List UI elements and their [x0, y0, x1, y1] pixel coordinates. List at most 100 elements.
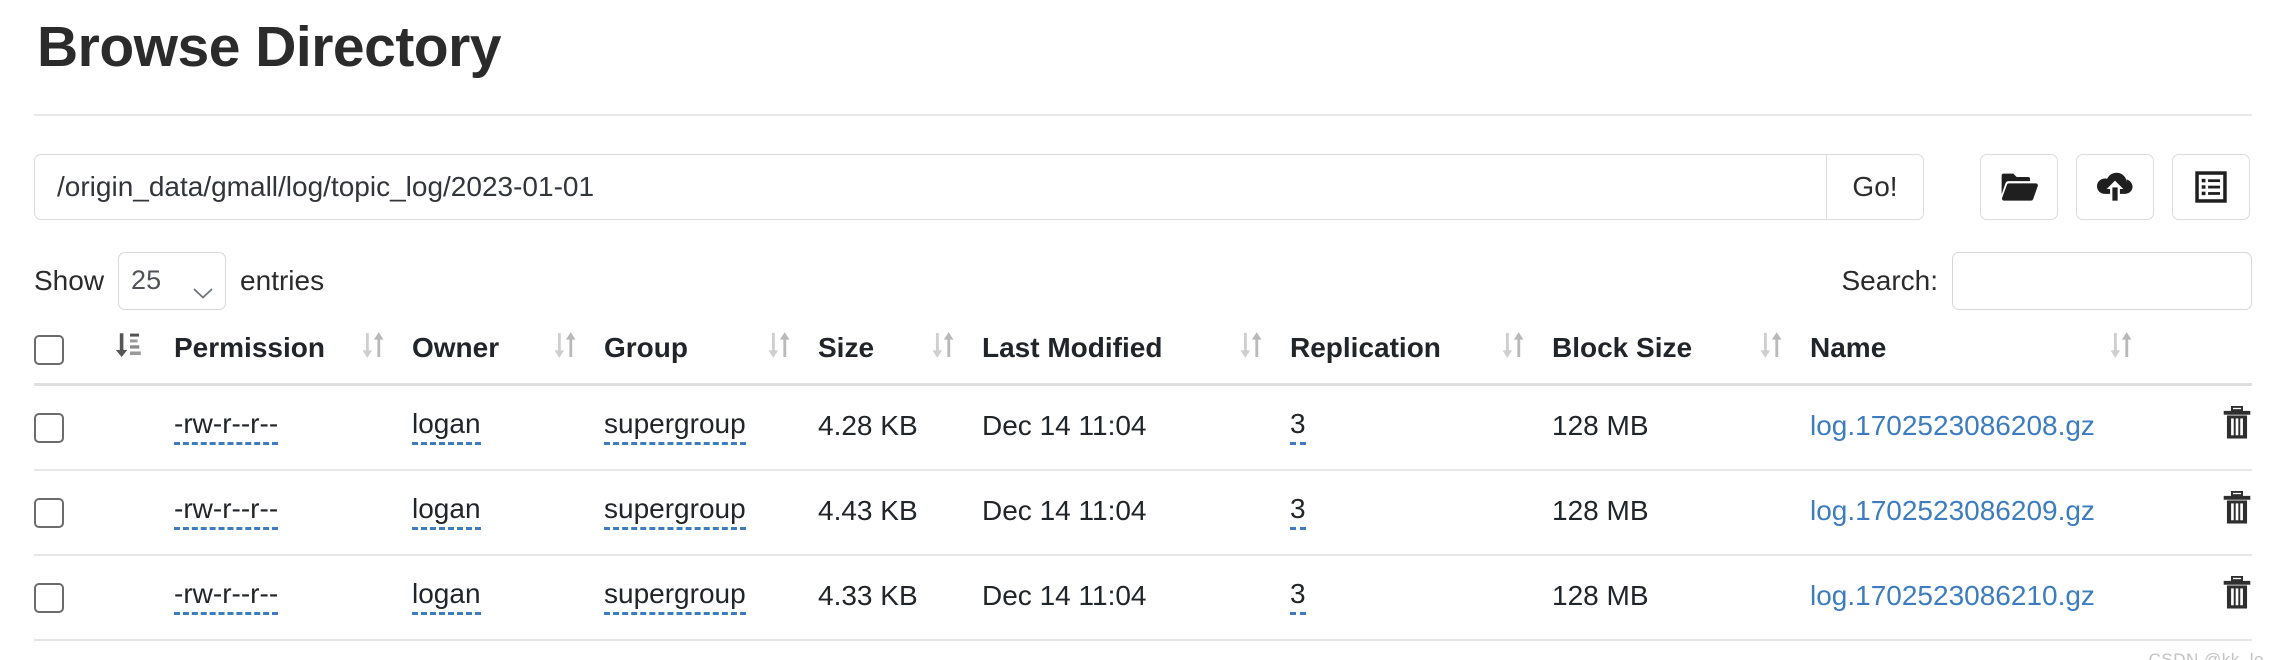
replication-value[interactable]: 3 [1290, 408, 1306, 446]
col-block-size[interactable]: Block Size [1552, 323, 1810, 386]
sort-both-icon [1238, 330, 1264, 367]
table-row: -rw-r--r-- logan supergroup 4.28 KB Dec … [34, 384, 2252, 471]
table-header-row: Permission Owner Group Size Last Modifie… [34, 323, 2252, 386]
replication-value[interactable]: 3 [1290, 578, 1306, 616]
cell-block-size: 128 MB [1552, 469, 1810, 556]
browse-directory-page: Browse Directory Go! [0, 15, 2286, 660]
directory-path-input[interactable] [34, 153, 1826, 220]
sort-both-icon [552, 330, 578, 367]
folder-open-icon [2000, 172, 2038, 202]
cell-size: 4.28 KB [818, 384, 982, 471]
table-body: -rw-r--r-- logan supergroup 4.28 KB Dec … [34, 384, 2252, 641]
row-checkbox[interactable] [34, 412, 64, 443]
row-checkbox[interactable] [34, 582, 64, 613]
table-row: -rw-r--r-- logan supergroup 4.33 KB Dec … [34, 554, 2252, 641]
group-value[interactable]: supergroup [604, 408, 746, 446]
col-group-label: Group [604, 332, 688, 364]
permission-value[interactable]: -rw-r--r-- [174, 578, 279, 616]
delete-file-button[interactable] [2222, 405, 2252, 443]
col-sort-amount[interactable] [112, 323, 174, 386]
permission-value[interactable]: -rw-r--r-- [174, 408, 279, 446]
col-size[interactable]: Size [818, 323, 982, 386]
col-name[interactable]: Name [1810, 323, 2160, 386]
col-permission-label: Permission [174, 332, 325, 364]
file-link[interactable]: log.1702523086208.gz [1810, 410, 2095, 441]
permission-value[interactable]: -rw-r--r-- [174, 493, 279, 531]
col-permission[interactable]: Permission [174, 323, 412, 386]
row-select-cell [34, 469, 112, 556]
path-input-group: Go! [34, 153, 1924, 220]
cell-permission: -rw-r--r-- [174, 469, 412, 556]
trash-icon [2222, 575, 2252, 613]
cell-block-size: 128 MB [1552, 384, 1810, 471]
col-last-modified[interactable]: Last Modified [982, 323, 1290, 386]
col-last-modified-label: Last Modified [982, 332, 1163, 364]
table-header: Permission Owner Group Size Last Modifie… [34, 323, 2252, 386]
path-toolbar: Go! [34, 153, 2252, 220]
col-owner-label: Owner [412, 332, 500, 364]
table-row: -rw-r--r-- logan supergroup 4.43 KB Dec … [34, 469, 2252, 556]
show-label: Show [34, 264, 105, 296]
cell-last-modified: Dec 14 11:04 [982, 554, 1290, 641]
cell-replication: 3 [1290, 554, 1552, 641]
entries-length-control: Show 25 entries [34, 251, 325, 310]
owner-value[interactable]: logan [412, 408, 481, 446]
cell-permission: -rw-r--r-- [174, 554, 412, 641]
cell-replication: 3 [1290, 384, 1552, 471]
cell-last-modified: Dec 14 11:04 [982, 384, 1290, 471]
row-checkbox[interactable] [34, 497, 64, 528]
sort-both-icon [930, 330, 956, 367]
col-replication-label: Replication [1290, 332, 1441, 364]
sort-both-icon [360, 330, 386, 367]
entries-per-page-value: 25 [131, 265, 162, 296]
sort-both-icon [766, 330, 792, 367]
trash-icon [2222, 490, 2252, 528]
row-spacer-cell [112, 384, 174, 471]
group-value[interactable]: supergroup [604, 578, 746, 616]
cell-name: log.1702523086209.gz [1810, 469, 2160, 556]
search-control: Search: [1842, 251, 2252, 310]
col-group[interactable]: Group [604, 323, 818, 386]
upload-files-button[interactable] [2076, 153, 2154, 220]
cut-paste-button[interactable] [2172, 153, 2250, 220]
cell-owner: logan [412, 554, 604, 641]
file-link[interactable]: log.1702523086209.gz [1810, 495, 2095, 526]
col-replication[interactable]: Replication [1290, 323, 1552, 386]
sort-amount-down-icon [112, 333, 142, 366]
cell-group: supergroup [604, 554, 818, 641]
col-size-label: Size [818, 332, 875, 364]
new-directory-button[interactable] [1980, 153, 2058, 220]
cell-last-modified: Dec 14 11:04 [982, 469, 1290, 556]
sort-both-icon [1758, 330, 1784, 367]
delete-file-button[interactable] [2222, 575, 2252, 613]
table-controls: Show 25 entries Search: [34, 250, 2252, 312]
search-input[interactable] [1952, 251, 2252, 310]
delete-file-button[interactable] [2222, 490, 2252, 528]
replication-value[interactable]: 3 [1290, 493, 1306, 531]
select-all-checkbox[interactable] [34, 334, 64, 365]
row-spacer-cell [112, 554, 174, 641]
group-value[interactable]: supergroup [604, 493, 746, 531]
col-owner[interactable]: Owner [412, 323, 604, 386]
row-select-cell [34, 384, 112, 471]
go-button[interactable]: Go! [1826, 153, 1924, 220]
col-name-label: Name [1810, 332, 1887, 364]
entries-per-page-select[interactable]: 25 [118, 251, 227, 310]
trash-icon [2222, 405, 2252, 443]
list-alt-icon [2195, 171, 2227, 203]
owner-value[interactable]: logan [412, 578, 481, 616]
cell-owner: logan [412, 384, 604, 471]
cell-actions [2160, 469, 2252, 556]
file-link[interactable]: log.1702523086210.gz [1810, 580, 2095, 611]
owner-value[interactable]: logan [412, 493, 481, 531]
watermark: CSDN @kk_lo [2148, 650, 2264, 660]
entries-label: entries [240, 264, 325, 296]
chevron-down-icon [193, 275, 213, 299]
cell-replication: 3 [1290, 469, 1552, 556]
cell-size: 4.33 KB [818, 554, 982, 641]
cell-name: log.1702523086208.gz [1810, 384, 2160, 471]
directory-action-buttons [1980, 153, 2250, 220]
cell-size: 4.43 KB [818, 469, 982, 556]
directory-listing-table: Permission Owner Group Size Last Modifie… [34, 323, 2252, 641]
page-title: Browse Directory [37, 15, 502, 79]
